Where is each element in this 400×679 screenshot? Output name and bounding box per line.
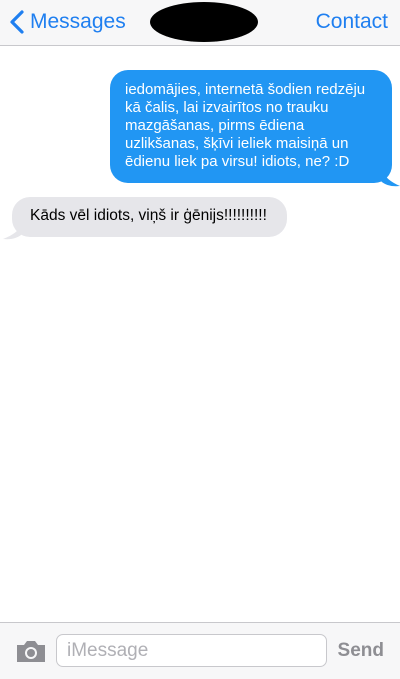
outgoing-message-bubble[interactable]: iedomājies, internetā šodien redzēju kā …	[110, 70, 392, 183]
redacted-contact-name	[150, 2, 258, 42]
outgoing-bubble-tail	[380, 168, 400, 187]
imessage-input[interactable]	[56, 634, 327, 667]
message-input-bar: Send	[0, 622, 400, 679]
incoming-message-bubble[interactable]: Kāds vēl idiots, viņš ir ģēnijs!!!!!!!!!…	[12, 197, 287, 237]
chevron-left-icon	[10, 10, 24, 34]
contact-button[interactable]: Contact	[316, 10, 388, 34]
navigation-bar: Messages Contact	[0, 0, 400, 46]
back-button-label: Messages	[30, 10, 126, 33]
back-button[interactable]: Messages	[8, 6, 126, 38]
message-thread[interactable]: iedomājies, internetā šodien redzēju kā …	[0, 46, 400, 622]
camera-icon[interactable]	[14, 637, 48, 665]
send-button[interactable]: Send	[338, 640, 384, 662]
